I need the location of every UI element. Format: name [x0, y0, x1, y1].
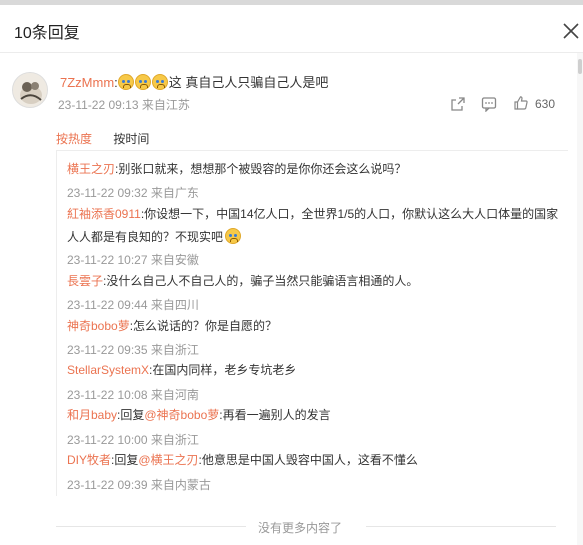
reply-text: :在国内同样，老乡专坑老乡 — [149, 363, 297, 377]
reply-mention[interactable]: @横王之刃 — [138, 453, 198, 467]
reply-prefix: :回复 — [111, 453, 139, 467]
crying-laugh-emoji-icon — [117, 74, 134, 90]
reply-timestamp: 23-11-22 09:39 — [67, 478, 148, 492]
main-comment-line: 7ZzMmm: 这 真自己人只骗自己人是吧 — [60, 72, 328, 91]
reply-username[interactable]: 和月baby — [67, 408, 117, 422]
reply-text: :别张口就来，想想那个被毁容的是你你还会这么说吗？ — [115, 162, 407, 176]
reply-text: :没什么自己人不自己人的，骗子当然只能骗语言相通的人。 — [103, 274, 419, 288]
reply-location: 来自广东 — [150, 186, 199, 200]
reply-location: 来自河南 — [150, 388, 199, 402]
reply-location: 来自浙江 — [150, 433, 199, 447]
scrollbar-thumb[interactable] — [578, 59, 582, 74]
crying-laugh-emoji-icon — [134, 74, 151, 90]
reply-location: 来自内蒙古 — [150, 478, 211, 492]
reply-timestamp: 23-11-22 09:32 — [67, 186, 148, 200]
reply-mention[interactable]: @神奇bobo萝 — [144, 408, 219, 422]
reply-text: :他意思是中国人毁容中国人，这看不懂么 — [198, 453, 418, 467]
crying-laugh-emoji-icon — [151, 74, 168, 90]
reply-item: 長雲子:没什么自己人不自己人的，骗子当然只能骗语言相通的人。 — [67, 270, 567, 293]
crying-laugh-emoji-icon — [225, 228, 242, 244]
reply-item: 神奇bobo萝:怎么说话的？你是自愿的？ — [67, 315, 567, 338]
reply-item: StellarSystemX:在国内同样，老乡专坑老乡 — [67, 359, 567, 382]
reply-meta: 23-11-22 10:08 来自河南 — [67, 386, 199, 403]
reply-timestamp: 23-11-22 10:00 — [67, 433, 148, 447]
reply-username[interactable]: DIY牧者 — [67, 453, 111, 467]
dialog-title: 10条回复 — [14, 25, 80, 42]
reply-meta: 23-11-22 09:44 来自四川 — [67, 296, 199, 313]
reply-item: 紅袖添香0911:你设想一下，中国14亿人口，全世界1/5的人口，你默认这么大人… — [67, 203, 567, 249]
reply-timestamp: 23-11-22 09:44 — [67, 298, 148, 312]
main-comment-meta: 23-11-22 09:13 来自江苏 — [58, 96, 190, 113]
reply-username[interactable]: 神奇bobo萝 — [67, 319, 130, 333]
main-comment-location: 来自江苏 — [141, 98, 190, 112]
reply-item: 和月baby:回复@神奇bobo萝:再看一遍别人的发言 — [67, 404, 567, 427]
sort-by-hot-tab[interactable]: 按热度 — [56, 130, 92, 147]
reply-meta: 23-11-22 10:00 来自浙江 — [67, 431, 199, 448]
divider — [56, 526, 246, 527]
avatar-image — [13, 73, 47, 107]
reply-username[interactable]: StellarSystemX — [67, 363, 149, 377]
sort-bar: 按热度 按时间 — [56, 130, 149, 147]
reply-username[interactable]: 紅袖添香0911 — [67, 207, 141, 221]
main-comment-text: 这 真自己人只骗自己人是吧 — [168, 75, 329, 90]
dialog-header: 10条回复 — [0, 5, 583, 53]
reply-text: :你设想一下，中国14亿人口，全世界1/5的人口，你默认这么大人口体量的国家人人… — [67, 207, 559, 244]
share-icon[interactable] — [450, 96, 466, 112]
scrollbar[interactable] — [577, 53, 583, 545]
reply-meta: 23-11-22 09:39 来自内蒙古 — [67, 476, 211, 493]
reply-username[interactable]: 横王之刃 — [67, 162, 115, 176]
close-icon[interactable] — [561, 21, 581, 41]
sort-by-time-tab[interactable]: 按时间 — [113, 130, 149, 147]
avatar[interactable] — [12, 72, 48, 108]
main-comment-timestamp: 23-11-22 09:13 — [58, 98, 139, 112]
reply-timestamp: 23-11-22 10:08 — [67, 388, 148, 402]
reply-username[interactable]: 長雲子 — [67, 274, 103, 288]
thumbs-up-icon[interactable] — [513, 95, 529, 111]
reply-timestamp: 23-11-22 09:35 — [67, 343, 148, 357]
reply-text: :怎么说话的？你是自愿的？ — [129, 319, 278, 333]
reply-meta: 23-11-22 10:27 来自安徽 — [67, 251, 199, 268]
reply-location: 来自四川 — [150, 298, 199, 312]
divider — [366, 526, 556, 527]
reply-meta: 23-11-22 09:32 来自广东 — [67, 184, 199, 201]
reply-meta: 23-11-22 09:35 来自浙江 — [67, 341, 199, 358]
no-more-content-text: 没有更多内容了 — [258, 521, 343, 535]
reply-item: DIY牧者:回复@横王之刃:他意思是中国人毁容中国人，这看不懂么 — [67, 449, 567, 472]
reply-text: :再看一遍别人的发言 — [219, 408, 331, 422]
comment-icon[interactable] — [481, 96, 497, 112]
reply-location: 来自安徽 — [150, 253, 199, 267]
main-comment-username[interactable]: 7ZzMmm — [60, 75, 114, 90]
like-count: 630 — [535, 97, 556, 111]
reply-prefix: :回复 — [117, 408, 145, 422]
end-of-list-footer: 没有更多内容了 — [56, 517, 556, 537]
reply-location: 来自浙江 — [150, 343, 199, 357]
reply-timestamp: 23-11-22 10:27 — [67, 253, 148, 267]
reply-item: 横王之刃:别张口就来，想想那个被毁容的是你你还会这么说吗？ — [67, 158, 567, 181]
